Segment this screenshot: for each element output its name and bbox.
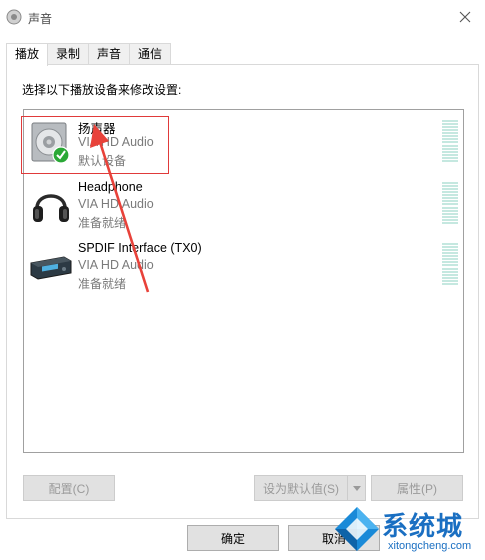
device-driver: VIA HD Audio: [78, 135, 154, 149]
set-default-button[interactable]: 设为默认值(S): [254, 475, 366, 501]
title-bar: 声音: [0, 0, 485, 34]
speaker-icon: [31, 122, 70, 164]
headphone-icon: [33, 194, 69, 222]
device-item-headphone[interactable]: Headphone VIA HD Audio 准备就绪: [24, 176, 463, 234]
tab-communications[interactable]: 通信: [129, 43, 172, 65]
chevron-down-icon: [352, 485, 361, 491]
set-default-label: 设为默认值(S): [263, 481, 339, 496]
configure-button[interactable]: 配置(C): [23, 475, 115, 501]
tab-bar: 播放 录制 声音 通信: [6, 43, 172, 66]
device-item-speaker[interactable]: 扬声器 VIA HD Audio 默认设备: [21, 114, 463, 174]
device-list: 扬声器 VIA HD Audio 默认设备 Headphone VIA HD A…: [21, 109, 464, 453]
set-default-dropdown[interactable]: [347, 476, 365, 500]
tab-playback[interactable]: 播放: [6, 43, 49, 66]
device-status: 默认设备: [78, 154, 127, 168]
device-driver: VIA HD Audio: [78, 197, 154, 211]
tab-sounds[interactable]: 声音: [88, 43, 131, 65]
device-name: SPDIF Interface (TX0): [78, 241, 202, 255]
level-meter: [442, 120, 458, 162]
close-icon: [459, 11, 471, 23]
ok-button[interactable]: 确定: [187, 525, 279, 551]
window-title: 声音: [28, 12, 53, 26]
level-meter: [442, 243, 458, 285]
properties-button[interactable]: 属性(P): [371, 475, 463, 501]
speaker-icon: [6, 9, 22, 25]
playback-panel: 选择以下播放设备来修改设置: 扬声器 VIA HD Audio 默认设备 Hea…: [6, 64, 479, 519]
spdif-icon: [30, 256, 72, 280]
instruction-label: 选择以下播放设备来修改设置:: [22, 83, 182, 97]
watermark-url: xitongcheng.com: [388, 540, 472, 552]
device-name: Headphone: [78, 180, 143, 194]
device-driver: VIA HD Audio: [78, 258, 154, 272]
device-status: 准备就绪: [78, 216, 127, 230]
device-item-spdif[interactable]: SPDIF Interface (TX0) VIA HD Audio 准备就绪: [24, 237, 463, 295]
level-meter: [442, 182, 458, 224]
tab-recording[interactable]: 录制: [47, 43, 90, 65]
close-button[interactable]: [453, 6, 477, 28]
cancel-button[interactable]: 取消: [288, 525, 380, 551]
device-status: 准备就绪: [78, 277, 127, 291]
